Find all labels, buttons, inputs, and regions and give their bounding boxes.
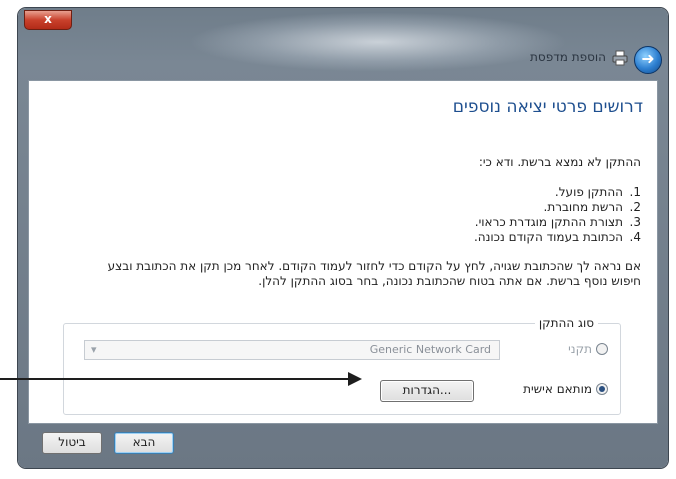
instructions-text: אם נראה לך שהכתובת שגויה, לחץ על הקודם כ… bbox=[107, 259, 641, 288]
list-item-text: ההתקן פועל. bbox=[554, 185, 623, 199]
cancel-button[interactable]: ביטול bbox=[42, 432, 102, 454]
device-type-group: סוג ההתקן תקני Generic Network Card ▾ מו… bbox=[63, 316, 621, 415]
list-item-text: הרשת מחוברת. bbox=[543, 200, 624, 214]
page-heading: דרושים פרטי יציאה נוספים bbox=[452, 97, 643, 117]
custom-radio[interactable] bbox=[596, 383, 608, 395]
standard-device-value: Generic Network Card bbox=[369, 343, 491, 356]
standard-radio[interactable] bbox=[596, 343, 608, 355]
add-printer-window: x ➜ הוספת מדפסת דרושים פרטי יציאה נוספים… bbox=[18, 8, 668, 468]
list-item-number: 2. bbox=[629, 200, 641, 214]
list-item-text: הכתובת בעמוד הקודם נכונה. bbox=[473, 230, 623, 244]
list-item-number: 1. bbox=[629, 185, 641, 199]
list-item: 4. הכתובת בעמוד הקודם נכונה. bbox=[474, 230, 641, 245]
device-type-label: סוג ההתקן bbox=[534, 316, 598, 330]
printer-icon bbox=[612, 50, 628, 66]
next-button[interactable]: הבא bbox=[114, 432, 174, 454]
close-button[interactable]: x bbox=[24, 10, 72, 30]
list-item: 2. הרשת מחוברת. bbox=[474, 200, 642, 215]
list-item: 3. תצורת ההתקן מוגדרת כראוי. bbox=[474, 215, 641, 230]
standard-radio-option[interactable]: תקני bbox=[568, 342, 608, 356]
wizard-content: דרושים פרטי יציאה נוספים ההתקן לא נמצא ב… bbox=[28, 80, 658, 424]
window-title: הוספת מדפסת bbox=[530, 50, 606, 64]
settings-button[interactable]: הגדרות... bbox=[380, 380, 474, 402]
title-bar-glow bbox=[188, 12, 568, 72]
list-item: 1. ההתקן פועל. bbox=[474, 185, 641, 200]
intro-text: ההתקן לא נמצא ברשת. ודא כי: bbox=[478, 155, 641, 169]
standard-radio-label: תקני bbox=[568, 342, 592, 356]
wizard-footer: הבא ביטול bbox=[28, 422, 656, 462]
callout-arrow-line bbox=[0, 378, 352, 380]
back-arrow-icon: ➜ bbox=[641, 49, 655, 68]
list-item-text: תצורת ההתקן מוגדרת כראוי. bbox=[474, 215, 623, 229]
custom-radio-option[interactable]: מותאם אישית bbox=[523, 382, 608, 396]
callout-arrow-head bbox=[348, 372, 362, 386]
custom-radio-label: מותאם אישית bbox=[523, 382, 592, 396]
list-item-number: 3. bbox=[629, 215, 641, 229]
list-item-number: 4. bbox=[629, 230, 641, 244]
back-button[interactable]: ➜ bbox=[634, 46, 662, 74]
standard-device-dropdown[interactable]: Generic Network Card ▾ bbox=[84, 340, 500, 360]
dropdown-arrow-icon: ▾ bbox=[91, 343, 97, 356]
close-icon: x bbox=[44, 12, 52, 26]
checklist: 1. ההתקן פועל. 2. הרשת מחוברת. 3. תצורת … bbox=[474, 185, 641, 245]
